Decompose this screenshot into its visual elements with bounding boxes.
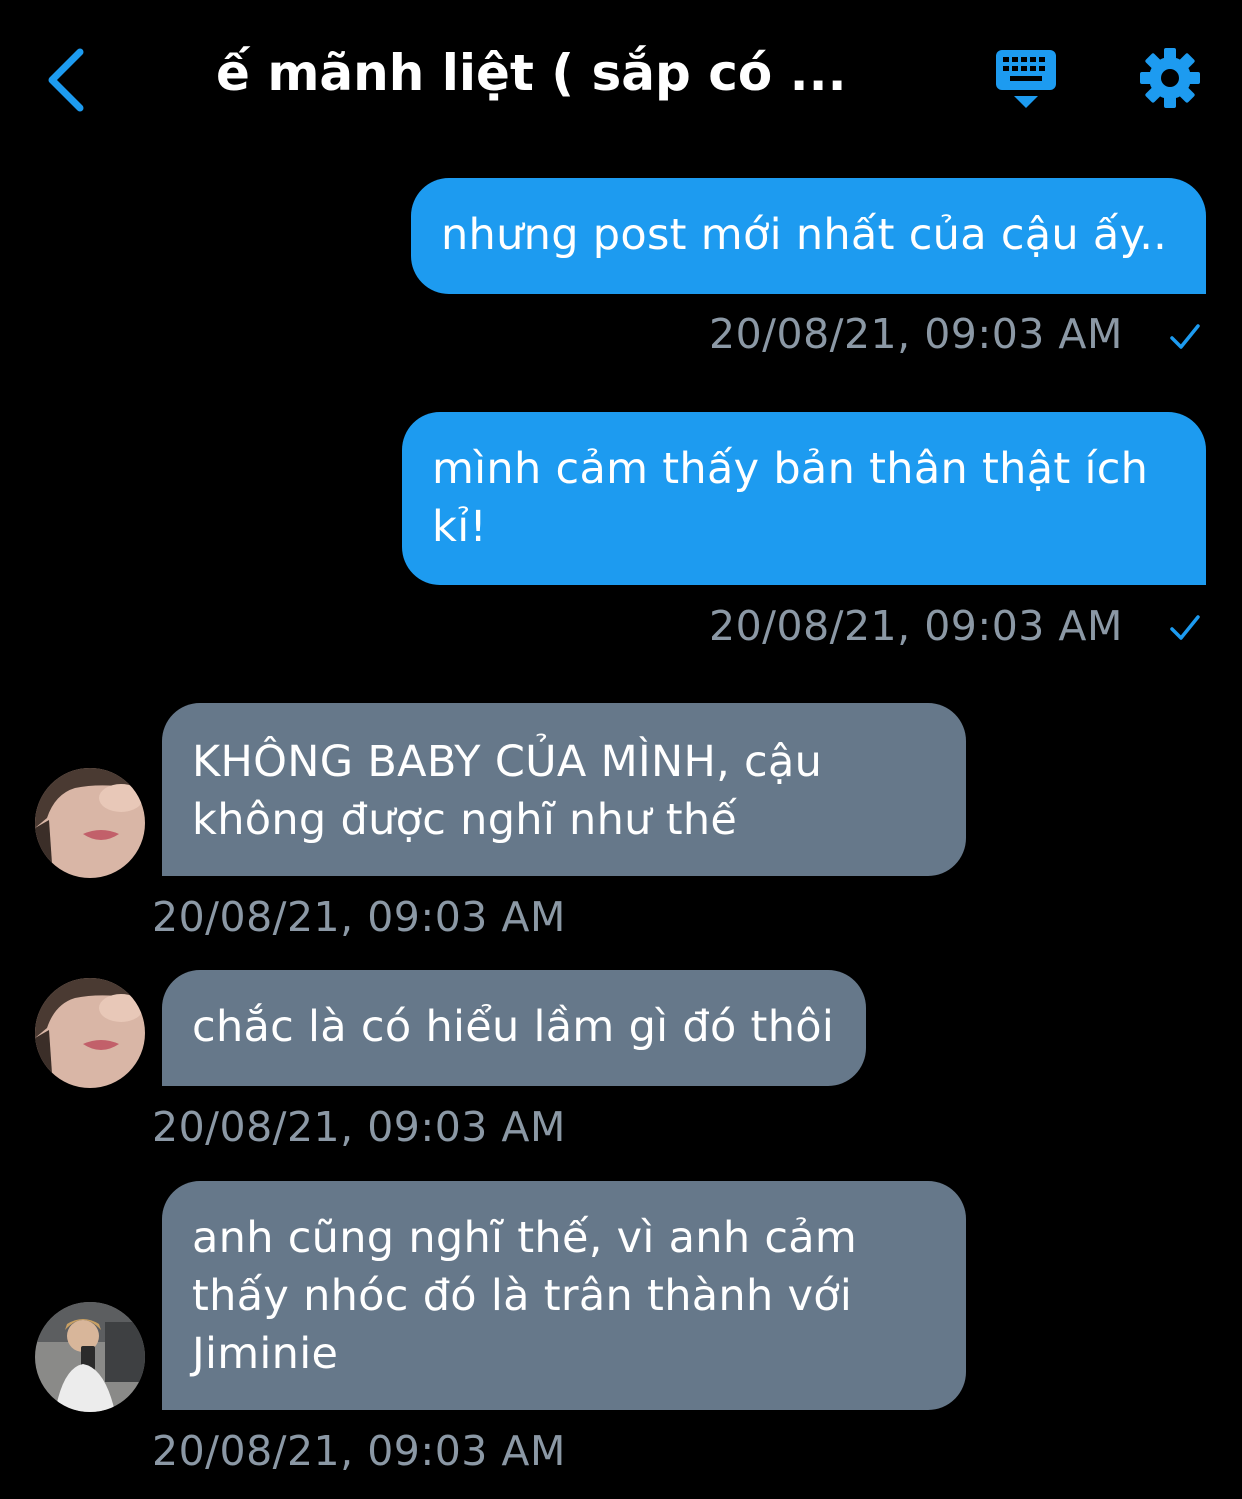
message-timestamp: 20/08/21, 09:03 AM xyxy=(152,1103,566,1151)
avatar-icon xyxy=(35,768,145,878)
avatar[interactable] xyxy=(35,768,145,878)
settings-button[interactable] xyxy=(1138,46,1202,110)
gear-icon xyxy=(1140,48,1200,108)
conversation-title[interactable]: ế mãnh liệt ( sắp có ... xyxy=(216,44,856,102)
keyboard-icon xyxy=(996,50,1056,108)
message-bubble-incoming[interactable]: KHÔNG BABY CỦA MÌNH, cậu không được nghĩ… xyxy=(162,703,966,876)
message-timestamp: 20/08/21, 09:03 AM xyxy=(709,310,1123,358)
message-bubble-incoming[interactable]: anh cũng nghĩ thế, vì anh cảm thấy nhóc … xyxy=(162,1181,966,1410)
avatar[interactable] xyxy=(35,1302,145,1412)
message-timestamp: 20/08/21, 09:03 AM xyxy=(709,602,1123,650)
back-button[interactable] xyxy=(36,42,106,116)
message-text: mình cảm thấy bản thân thật ích kỉ! xyxy=(432,444,1149,552)
keyboard-button[interactable] xyxy=(992,46,1060,112)
avatar[interactable] xyxy=(35,978,145,1088)
message-text: chắc là có hiểu lầm gì đó thôi xyxy=(192,1002,835,1052)
check-icon xyxy=(1170,615,1200,640)
message-text: KHÔNG BABY CỦA MÌNH, cậu không được nghĩ… xyxy=(192,737,823,845)
message-bubble-outgoing[interactable]: nhưng post mới nhất của cậu ấy.. xyxy=(411,178,1206,294)
avatar-icon xyxy=(35,1302,145,1412)
message-text: nhưng post mới nhất của cậu ấy.. xyxy=(441,210,1168,260)
chevron-left-icon xyxy=(48,48,84,112)
message-text: anh cũng nghĩ thế, vì anh cảm thấy nhóc … xyxy=(192,1213,858,1379)
avatar-icon xyxy=(35,978,145,1088)
check-icon xyxy=(1170,324,1200,349)
message-bubble-incoming[interactable]: chắc là có hiểu lầm gì đó thôi xyxy=(162,970,866,1086)
conversation-header: ế mãnh liệt ( sắp có ... xyxy=(0,0,1242,160)
message-bubble-outgoing[interactable]: mình cảm thấy bản thân thật ích kỉ! xyxy=(402,412,1206,585)
message-timestamp: 20/08/21, 09:03 AM xyxy=(152,893,566,941)
message-timestamp: 20/08/21, 09:03 AM xyxy=(152,1427,566,1475)
